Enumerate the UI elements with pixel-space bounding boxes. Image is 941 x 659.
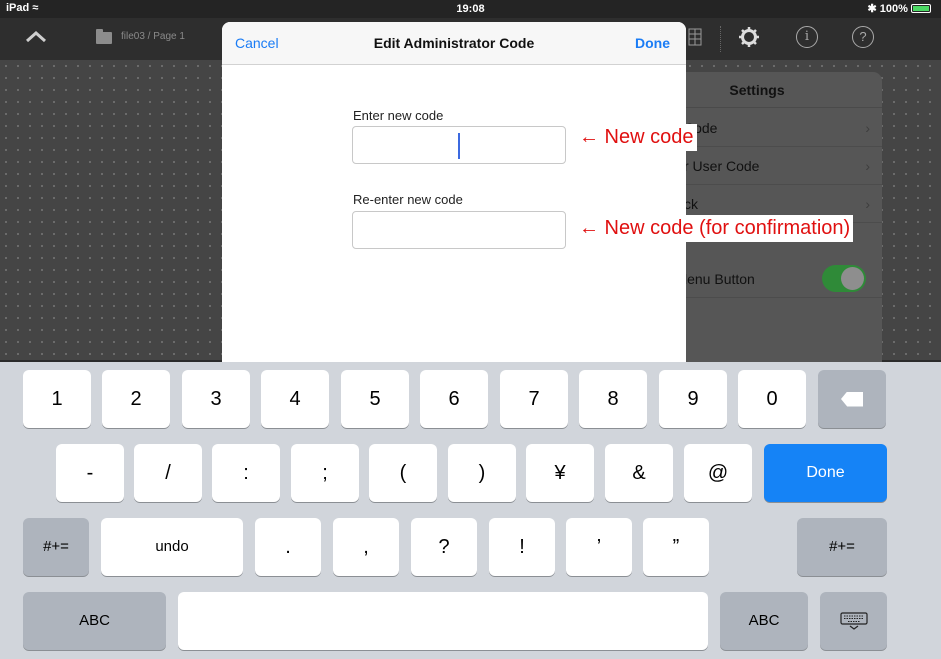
undo-key[interactable]: undo <box>101 518 243 576</box>
help-icon[interactable]: ? <box>852 26 874 48</box>
key-3[interactable]: 3 <box>182 370 250 428</box>
key-7[interactable]: 7 <box>500 370 568 428</box>
settings-row-label: lenu Button <box>684 271 755 287</box>
info-icon[interactable]: i <box>796 26 818 48</box>
key-yen[interactable]: ¥ <box>526 444 594 502</box>
annotation-confirm-code: ← New code (for confirmation) <box>576 215 854 242</box>
modal-title: Edit Administrator Code <box>373 35 535 51</box>
confirm-code-label: Re-enter new code <box>353 192 463 207</box>
annotation-new-code: ← New code <box>576 124 697 151</box>
settings-row-label: r User Code <box>684 158 760 174</box>
key-apostrophe[interactable]: ’ <box>566 518 632 576</box>
folder-icon[interactable] <box>96 29 112 44</box>
new-code-field[interactable] <box>352 126 566 164</box>
key-close-paren[interactable]: ) <box>448 444 516 502</box>
done-button[interactable]: Done <box>635 35 670 51</box>
symbols-toggle-key-right[interactable]: #+= <box>797 518 887 576</box>
dismiss-keyboard-key[interactable] <box>820 592 887 650</box>
new-code-label: Enter new code <box>353 108 444 123</box>
battery-icon <box>911 4 931 13</box>
key-5[interactable]: 5 <box>341 370 409 428</box>
space-key[interactable] <box>178 592 708 650</box>
toolbar-divider <box>720 26 721 52</box>
page-grid-icon[interactable] <box>688 28 702 46</box>
key-1[interactable]: 1 <box>23 370 91 428</box>
battery-status: ✱ 100% <box>868 2 931 15</box>
key-slash[interactable]: / <box>134 444 202 502</box>
key-exclamation[interactable]: ! <box>489 518 555 576</box>
battery-percent: 100% <box>879 3 908 15</box>
chevron-right-icon: › <box>865 158 870 174</box>
gear-icon[interactable] <box>738 26 760 48</box>
backspace-icon <box>841 391 863 407</box>
key-4[interactable]: 4 <box>261 370 329 428</box>
key-colon[interactable]: : <box>212 444 280 502</box>
key-open-paren[interactable]: ( <box>369 444 437 502</box>
keyboard-dismiss-icon <box>839 612 868 630</box>
modal-header: Cancel Edit Administrator Code Done <box>222 22 686 65</box>
chevron-right-icon: › <box>865 196 870 212</box>
menu-button-toggle[interactable] <box>822 265 866 292</box>
key-ampersand[interactable]: & <box>605 444 673 502</box>
chevron-up-icon[interactable] <box>24 27 48 47</box>
abc-key-left[interactable]: ABC <box>23 592 166 650</box>
key-comma[interactable]: , <box>333 518 399 576</box>
key-6[interactable]: 6 <box>420 370 488 428</box>
status-bar: iPad ≈ 19:08 ✱ 100% <box>0 0 941 18</box>
confirm-code-field[interactable] <box>352 211 566 249</box>
chevron-right-icon: › <box>865 120 870 136</box>
key-8[interactable]: 8 <box>579 370 647 428</box>
key-semicolon[interactable]: ; <box>291 444 359 502</box>
key-quote[interactable]: ” <box>643 518 709 576</box>
key-0[interactable]: 0 <box>738 370 806 428</box>
key-at[interactable]: @ <box>684 444 752 502</box>
symbols-toggle-key-left[interactable]: #+= <box>23 518 89 576</box>
key-hyphen[interactable]: - <box>56 444 124 502</box>
key-question[interactable]: ? <box>411 518 477 576</box>
edit-admin-code-modal: Cancel Edit Administrator Code Done Ente… <box>222 22 686 362</box>
delete-key[interactable] <box>818 370 886 428</box>
bluetooth-icon: ✱ <box>867 3 877 15</box>
status-clock: 19:08 <box>456 3 485 15</box>
on-screen-keyboard: 1 2 3 4 5 6 7 8 9 0 - / : ; ( ) ¥ & @ Do… <box>0 362 941 659</box>
keyboard-done-key[interactable]: Done <box>764 444 887 502</box>
key-9[interactable]: 9 <box>659 370 727 428</box>
key-period[interactable]: . <box>255 518 321 576</box>
file-path[interactable]: file03 / Page 1 <box>121 31 185 42</box>
text-cursor <box>458 133 460 159</box>
abc-key-right[interactable]: ABC <box>720 592 808 650</box>
key-2[interactable]: 2 <box>102 370 170 428</box>
